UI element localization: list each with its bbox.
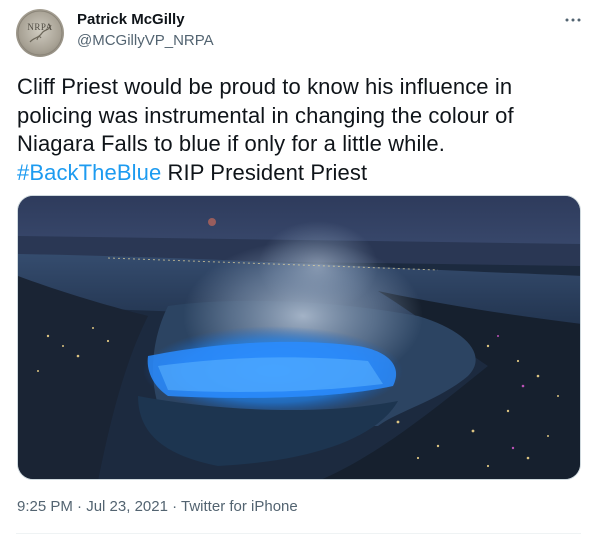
tweet-date[interactable]: Jul 23, 2021	[86, 498, 168, 515]
author-handle[interactable]: @MCGillyVP_NRPA	[77, 32, 214, 50]
meta-separator: ·	[167, 498, 182, 515]
avatar[interactable]: NRPA	[16, 9, 64, 57]
hashtag-link[interactable]: #BackTheBlue	[17, 160, 161, 185]
tweet-source[interactable]: Twitter for iPhone	[181, 498, 298, 515]
avatar-logo-text: NRPA	[27, 22, 52, 32]
nrpa-logo-icon: NRPA	[17, 10, 63, 56]
tweet-card: NRPA Patrick McGilly @MCGillyVP_NRPA Cli…	[0, 0, 597, 540]
author-display-name[interactable]: Patrick McGilly	[77, 11, 185, 29]
tweet-text-body: Cliff Priest would be proud to know his …	[17, 74, 514, 156]
divider	[16, 533, 581, 534]
more-horizontal-icon[interactable]	[562, 9, 584, 31]
tweet-meta: 9:25 PM · Jul 23, 2021 · Twitter for iPh…	[17, 497, 298, 517]
niagara-falls-photo	[18, 196, 580, 479]
tweet-text-tail: RIP President Priest	[161, 159, 368, 185]
tweet-text: Cliff Priest would be proud to know his …	[17, 73, 577, 187]
meta-separator: ·	[72, 498, 87, 515]
tweet-time[interactable]: 9:25 PM	[17, 498, 73, 515]
tweet-photo[interactable]	[17, 195, 581, 480]
